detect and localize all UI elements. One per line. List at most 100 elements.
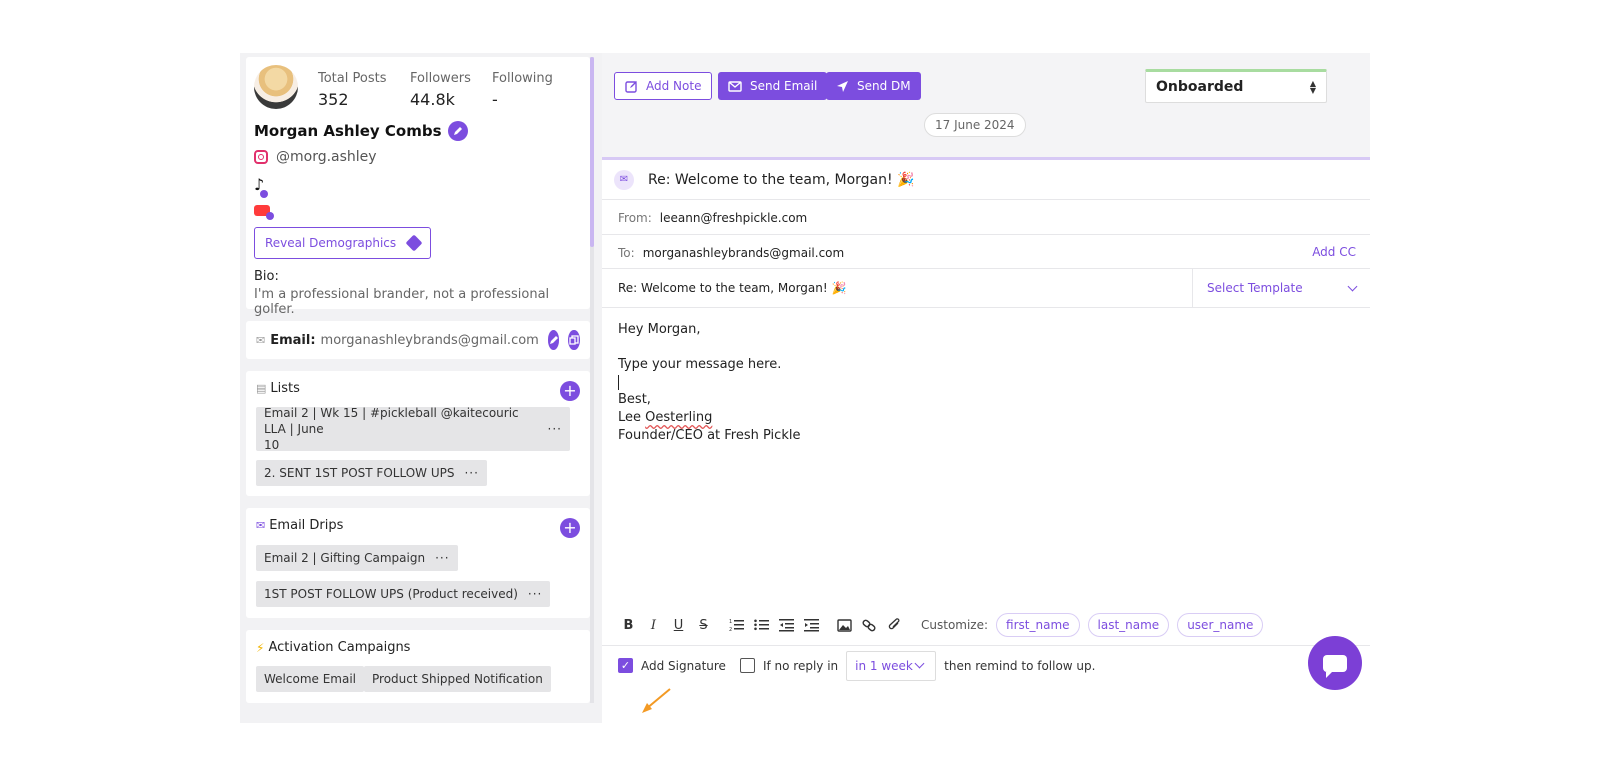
chat-widget-button[interactable] [1308, 636, 1362, 690]
to-row: To: morganashleybrands@gmail.com Add CC [602, 234, 1370, 270]
avatar [254, 65, 298, 109]
stat-following: Following - [492, 71, 553, 109]
subject-input[interactable]: Re: Welcome to the team, Morgan! 🎉 [618, 281, 846, 295]
activation-chip[interactable]: Product Shipped Notification [364, 666, 551, 692]
stat-value: 352 [318, 90, 349, 109]
from-value: leeann@freshpickle.com [659, 210, 808, 225]
email-thread-header[interactable]: ✉ Re: Welcome to the team, Morgan! 🎉 [602, 157, 1370, 199]
variable-first-name[interactable]: first_name [996, 613, 1080, 637]
drip-chip-label: 1ST POST FOLLOW UPS (Product received) [264, 587, 518, 601]
more-icon[interactable]: ··· [464, 466, 478, 480]
document-icon: ▤ [256, 382, 267, 395]
updown-icon: ▲ ▼ [1309, 79, 1316, 95]
note-edit-icon [625, 80, 637, 93]
to-value[interactable]: morganashleybrands@gmail.com [643, 246, 845, 260]
tiktok-row[interactable]: ♪ [254, 175, 269, 198]
signature-last: Oesterling [645, 409, 713, 425]
compose-footer: ✓ Add Signature If no reply in in 1 week… [602, 645, 1370, 685]
subject-row: Re: Welcome to the team, Morgan! 🎉 Selec… [602, 268, 1370, 308]
youtube-row[interactable] [254, 205, 274, 220]
list-chip-label: Email 2 | Wk 15 | #pickleball @kaitecour… [264, 405, 538, 453]
copy-icon [569, 335, 579, 345]
signature-first: Lee [618, 409, 642, 425]
follow-up-checkbox[interactable] [739, 658, 755, 673]
edit-email-button[interactable] [547, 330, 560, 350]
list-chip[interactable]: Email 2 | Wk 15 | #pickleball @kaitecour… [256, 405, 570, 453]
more-icon[interactable]: ··· [435, 551, 449, 565]
chevron-down-icon [1347, 281, 1358, 291]
stat-total-posts: Total Posts 352 [318, 71, 386, 109]
add-drip-button[interactable]: + [560, 518, 580, 538]
variable-user-name[interactable]: user_name [1177, 613, 1264, 637]
contact-name-text: Morgan Ashley Combs [254, 122, 442, 140]
mailbox-icon: ✉ [256, 519, 266, 532]
italic-icon[interactable]: I [641, 613, 666, 637]
bold-icon[interactable]: B [616, 613, 641, 637]
outdent-icon[interactable] [774, 613, 799, 637]
annotation-arrow-icon [642, 688, 671, 713]
activation-chip-label: Product Shipped Notification [372, 672, 543, 686]
list-chip-line: Email 2 | Wk 15 | #pickleball @kaitecour… [264, 406, 519, 436]
svg-text:1: 1 [729, 619, 732, 625]
left-scrollbar[interactable] [590, 57, 594, 703]
drips-title: ✉ Email Drips [256, 518, 343, 533]
activation-chip[interactable]: Welcome Email [256, 666, 364, 692]
ordered-list-icon[interactable]: 12 [724, 613, 749, 637]
signature-name: Lee Oesterling [618, 409, 800, 427]
attachment-icon[interactable] [882, 613, 907, 637]
email-label: Email: [270, 332, 316, 348]
from-row: From: leeann@freshpickle.com [602, 199, 1370, 235]
status-select[interactable]: Onboarded ▲ ▼ [1145, 69, 1327, 103]
svg-text:2: 2 [729, 627, 732, 632]
reveal-demographics-label: Reveal Demographics [265, 236, 397, 250]
add-signature-label: Add Signature [641, 658, 726, 673]
instagram-row[interactable]: @morg.ashley [254, 149, 377, 165]
variable-last-name[interactable]: last_name [1087, 613, 1170, 637]
stat-value: - [492, 90, 498, 109]
body-line: Type your message here. [618, 357, 782, 373]
diamond-icon [405, 234, 423, 252]
drip-chip[interactable]: Email 2 | Gifting Campaign ··· [256, 545, 458, 571]
remind-period-select[interactable]: in 1 week [846, 650, 937, 681]
copy-email-button[interactable] [568, 330, 580, 350]
app-frame: Total Posts 352 Followers 44.8k Followin… [240, 53, 1370, 723]
add-note-button[interactable]: Add Note [614, 72, 713, 100]
email-drips-card: ✉ Email Drips + Email 2 | Gifting Campai… [246, 508, 590, 618]
chevron-down-icon [914, 658, 925, 669]
pencil-icon [549, 336, 558, 344]
link-icon[interactable] [857, 613, 882, 637]
underline-icon[interactable]: U [666, 613, 691, 637]
drip-chip[interactable]: 1ST POST FOLLOW UPS (Product received) ·… [256, 581, 551, 607]
mail-icon [728, 80, 742, 92]
email-body-editor[interactable]: Hey Morgan, Type your message here. Best… [618, 321, 800, 444]
list-chip-line: 10 [264, 438, 280, 452]
edit-name-button[interactable] [447, 121, 468, 141]
text-caret [618, 374, 619, 390]
email-panel: Add Note Send Email Send DM Onboarded ▲ ▼… [602, 53, 1370, 723]
bullet-list-icon[interactable] [749, 613, 774, 637]
send-email-button[interactable]: Send Email [718, 72, 828, 100]
activation-title: ⚡ Activation Campaigns [256, 640, 410, 655]
reveal-demographics-button[interactable]: Reveal Demographics [254, 227, 432, 259]
bio-label: Bio: [254, 269, 279, 284]
profile-card: Total Posts 352 Followers 44.8k Followin… [246, 57, 590, 317]
date-separator: 17 June 2024 [924, 113, 1026, 137]
list-chip[interactable]: 2. SENT 1ST POST FOLLOW UPS ··· [256, 460, 487, 486]
remind-suffix: then remind to follow up. [944, 658, 1096, 673]
template-select[interactable]: Select Template [1192, 269, 1370, 307]
image-icon[interactable] [832, 613, 857, 637]
add-list-button[interactable]: + [560, 381, 580, 401]
more-icon[interactable]: ··· [548, 422, 562, 436]
send-dm-button[interactable]: Send DM [826, 72, 921, 100]
strikethrough-icon[interactable]: S [691, 613, 716, 637]
thread-subject: Re: Welcome to the team, Morgan! 🎉 [648, 171, 915, 188]
add-cc-link[interactable]: Add CC [1312, 245, 1356, 259]
add-signature-checkbox[interactable]: ✓ [618, 658, 633, 673]
drips-title-text: Email Drips [269, 518, 344, 533]
activation-card: ⚡ Activation Campaigns Welcome Email Pro… [246, 630, 590, 703]
to-label: To: [618, 245, 635, 260]
scrollbar-thumb[interactable] [590, 57, 594, 247]
indent-icon[interactable] [799, 613, 824, 637]
more-icon[interactable]: ··· [528, 587, 542, 601]
youtube-icon [254, 205, 274, 220]
